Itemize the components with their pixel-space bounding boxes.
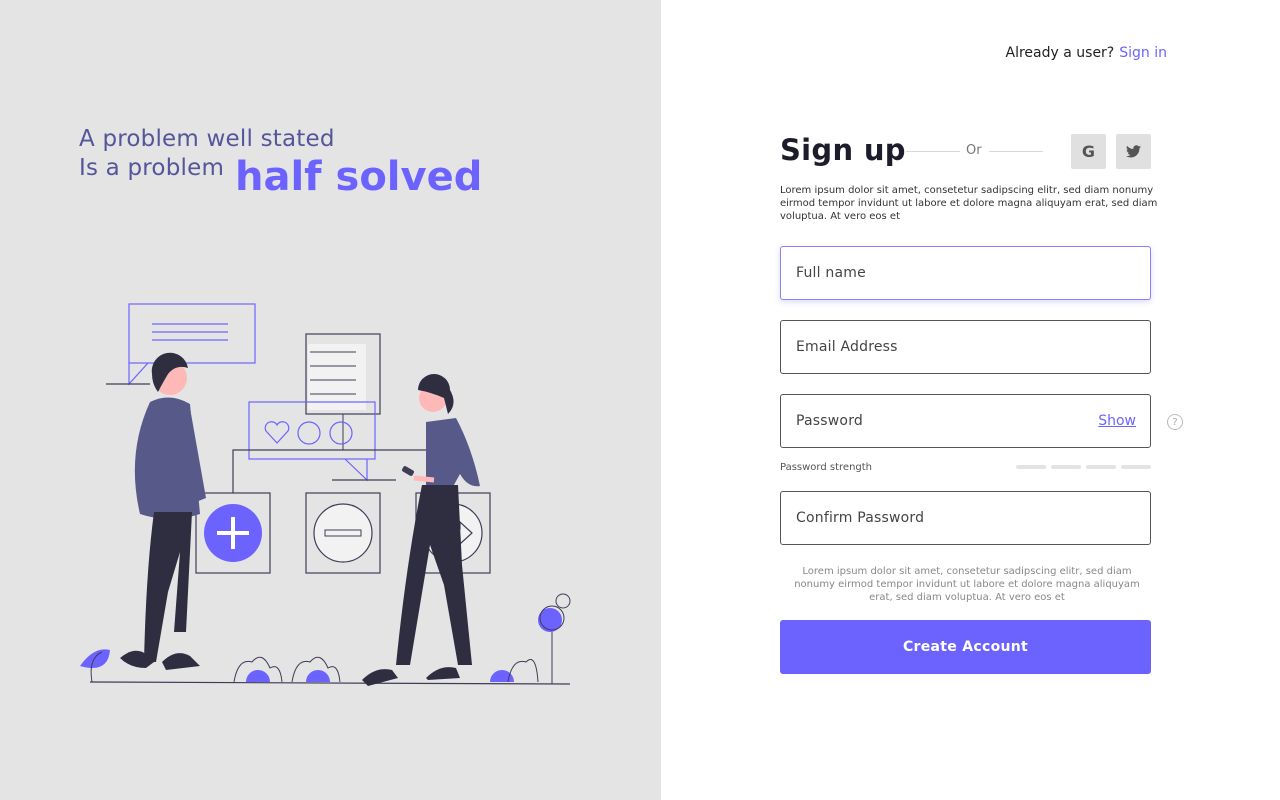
password-placeholder: Password	[796, 413, 863, 429]
signin-prompt: Already a user? Sign in	[1006, 45, 1167, 61]
show-password-toggle[interactable]: Show	[1098, 413, 1136, 429]
twitter-icon	[1126, 145, 1141, 158]
create-account-button[interactable]: Create Account	[780, 620, 1151, 674]
signin-link[interactable]: Sign in	[1119, 45, 1167, 61]
email-field[interactable]: Email Address	[780, 320, 1151, 374]
page-title: Sign up	[780, 133, 906, 167]
minus-icon	[313, 503, 373, 563]
strength-segment	[1086, 465, 1116, 469]
password-field[interactable]: Password Show	[780, 394, 1151, 448]
full-name-field[interactable]: Full name	[780, 246, 1151, 300]
bush-icon-2	[291, 656, 341, 683]
hero-emphasis: half solved	[235, 154, 483, 200]
twitter-signin-button[interactable]	[1116, 134, 1151, 169]
confirm-password-field[interactable]: Confirm Password	[780, 491, 1151, 545]
signup-panel: Already a user? Sign in Sign up Or G Lore…	[661, 0, 1280, 800]
hero-line-1: A problem well stated	[79, 126, 335, 152]
strength-segment	[1121, 465, 1151, 469]
terms-text: Lorem ipsum dolor sit amet, consetetur s…	[794, 566, 1140, 603]
signin-prompt-text: Already a user?	[1005, 45, 1115, 61]
signup-description: Lorem ipsum dolor sit amet, consetetur s…	[780, 185, 1158, 222]
hero-panel: A problem well stated Is a problem half …	[0, 0, 661, 800]
email-placeholder: Email Address	[796, 339, 898, 355]
hero-line-2: Is a problem	[79, 155, 225, 181]
full-name-placeholder: Full name	[796, 265, 866, 281]
or-separator: Or	[966, 143, 982, 158]
bush-icon	[233, 656, 283, 683]
plus-icon	[204, 504, 262, 562]
strength-segment	[1016, 465, 1046, 469]
plant-left-icon	[80, 649, 110, 683]
strength-segment	[1051, 465, 1081, 469]
document-icon	[305, 333, 381, 450]
divider-right	[989, 151, 1043, 152]
help-icon[interactable]: ?	[1167, 414, 1183, 430]
bush-icon-3	[490, 659, 539, 683]
person-man-figure	[120, 352, 206, 670]
divider-left	[906, 151, 960, 152]
google-icon: G	[1081, 142, 1096, 161]
flower-icon	[538, 593, 571, 684]
signup-illustration	[80, 303, 571, 686]
password-strength-label: Password strength	[780, 462, 873, 473]
google-signin-button[interactable]: G	[1071, 134, 1106, 169]
confirm-password-placeholder: Confirm Password	[796, 510, 925, 526]
